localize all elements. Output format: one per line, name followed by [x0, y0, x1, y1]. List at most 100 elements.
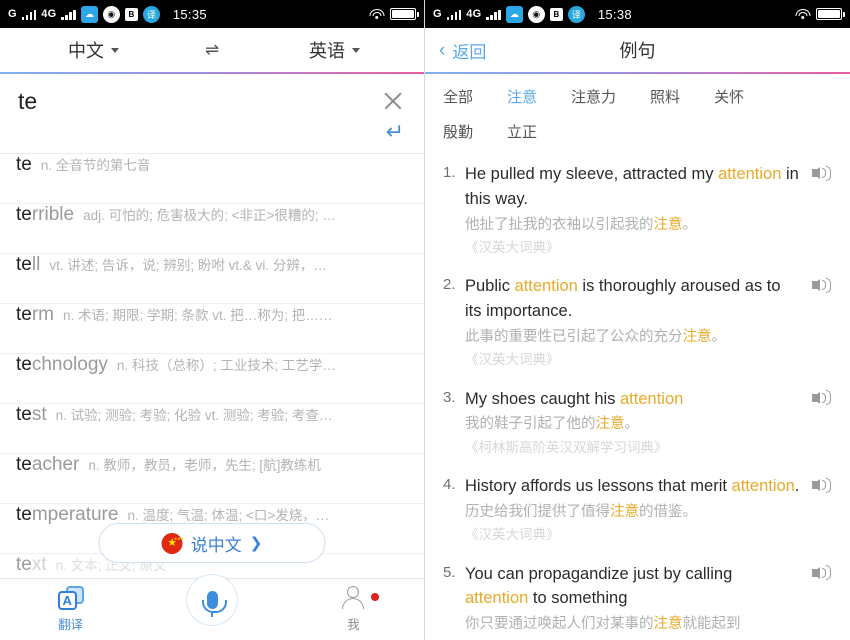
sense-chip[interactable]: 注意力 [571, 86, 616, 107]
suggestion-definition: n. 温度; 气温; 体温; <口>发烧，… [127, 508, 330, 523]
enter-key-icon[interactable]: ↵ [386, 119, 404, 145]
speak-button-label: 说中文 [190, 535, 242, 555]
page-title: 例句 [619, 41, 656, 61]
chevron-left-icon: ‹ [439, 39, 446, 61]
cloud-icon: ☁ [80, 5, 98, 23]
sentence-chinese: 此事的重要性已引起了公众的充分注意。 [465, 326, 800, 349]
suggestion-definition: n. 试验; 测验; 考验; 化验 vt. 测验; 考验; 考查… [55, 408, 333, 423]
sentence-chinese: 我的鞋子引起了他的注意。 [465, 413, 800, 436]
highlighted-term: 注意 [595, 416, 625, 433]
cloud-icon-2: ☁ [505, 5, 523, 23]
sense-chip[interactable]: 殷勤 [443, 121, 473, 142]
text-fragment: 他扯了扯我的衣袖以引起我的 [465, 216, 654, 233]
sense-chip[interactable]: 注意 [507, 86, 537, 107]
tab-profile[interactable]: 我 [283, 586, 424, 633]
suggestion-row[interactable]: te ll vt. 讲述; 告诉，说; 辨别; 盼咐 vt.& vi. 分辨，… [0, 254, 424, 304]
wifi-icon [369, 8, 384, 20]
sentence-english: You can propagandize just by calling att… [465, 562, 800, 612]
speaker-icon[interactable] [812, 564, 832, 581]
text-fragment: 我的鞋子引起了他的 [465, 416, 596, 433]
text-fragment: 。 [624, 416, 640, 433]
suggestion-definition: vt. 讲述; 告诉，说; 辨别; 盼咐 vt.& vi. 分辨，… [49, 258, 327, 273]
speaker-icon[interactable] [812, 389, 832, 406]
sense-chip[interactable]: 照料 [650, 86, 680, 107]
tab-translate-label: 翻译 [58, 618, 84, 632]
highlighted-term: attention [718, 165, 782, 183]
signal-bars-icon-3 [446, 9, 462, 20]
search-area: te ↵ [0, 74, 424, 154]
close-icon[interactable] [382, 90, 404, 112]
sentence-number: 2. [443, 276, 456, 294]
suggestion-word-rest: mperature [31, 504, 119, 525]
suggestion-word-match: te [16, 404, 32, 425]
highlighted-term: attention [731, 477, 795, 496]
sense-chip[interactable]: 全部 [443, 86, 473, 107]
speaker-icon[interactable] [812, 164, 832, 181]
sentence-chinese: 你只要通过唤起人们对某事的注意就能起到 [465, 613, 800, 636]
suggestion-word-match: te [16, 504, 32, 525]
shield-icon: ◉ [102, 5, 120, 23]
sentence-body: Public attention is thoroughly aroused a… [465, 274, 834, 370]
signal-bars-icon [21, 9, 37, 20]
suggestion-row[interactable]: te st n. 试验; 测验; 考验; 化验 vt. 测验; 考验; 考查… [0, 404, 424, 454]
sentence-source: 《汉英大词典》 [465, 527, 560, 543]
dual-screenshot-container: G 4G ☁ ◉ B 译 15:35 中文 ⇌ 英语 te ↵ te n. 全音… [0, 0, 850, 640]
sentence-body: He pulled my sleeve, attracted my attent… [465, 162, 834, 258]
example-sentence-item: 1. He pulled my sleeve, attracted my atte… [443, 162, 834, 258]
sentence-body: You can propagandize just by calling att… [465, 562, 834, 637]
right-screen: G 4G ☁ ◉ B 译 15:38 ‹ 返回 例句 全部 注意 注意力 照料 … [425, 0, 850, 640]
suggestion-definition: adj. 可怕的; 危害极大的; <非正>很糟的; … [83, 208, 336, 223]
suggestion-row[interactable]: te acher n. 教师，教员，老师，先生; [航]教练机 [0, 454, 424, 504]
sentence-chinese: 历史给我们提供了值得注意的借鉴。 [465, 501, 800, 524]
suggestion-row[interactable]: te rrible adj. 可怕的; 危害极大的; <非正>很糟的; … [0, 204, 424, 254]
source-language-selector[interactable]: 中文 [68, 37, 119, 63]
status-time-2: 15:38 [597, 6, 632, 22]
suggestion-row[interactable]: te rm n. 术语; 期限; 学期; 条款 vt. 把…称为; 把…… [0, 304, 424, 354]
highlighted-term: 注意 [610, 503, 639, 520]
speaker-icon[interactable] [812, 276, 832, 293]
suggestion-word-match: te [16, 254, 32, 275]
back-button[interactable]: ‹ 返回 [439, 38, 486, 63]
sense-chip[interactable]: 关怀 [714, 86, 744, 107]
sentence-number: 4. [443, 476, 456, 494]
status-bar-left-group: G 4G ☁ ◉ B 译 15:35 [8, 5, 207, 23]
example-sentence-item: 2. Public attention is thoroughly aroused… [443, 274, 834, 370]
translate-icon: A [57, 586, 84, 610]
translate-app-icon: 译 [142, 5, 160, 23]
text-fragment: 的借鉴。 [639, 503, 697, 520]
suggestion-row[interactable]: te chnology n. 科技（总称）; 工业技术; 工艺学… [0, 354, 424, 404]
suggestion-definition: n. 科技（总称）; 工业技术; 工艺学… [116, 358, 336, 373]
swap-languages-button[interactable]: ⇌ [205, 40, 219, 60]
tab-translate[interactable]: A 翻译 [0, 586, 141, 633]
sentence-body: History affords us lessons that merit at… [465, 474, 834, 546]
text-fragment: My shoes caught his [465, 389, 620, 408]
text-fragment: 此事的重要性已引起了公众的充分 [465, 328, 683, 345]
sentence-body: My shoes caught his attention 我的鞋子引起了他的注意… [465, 387, 834, 459]
search-input[interactable]: te [18, 88, 37, 115]
suggestion-row[interactable]: te n. 全音节的第七音 [0, 154, 424, 204]
suggestion-definition: n. 教师，教员，老师，先生; [航]教练机 [88, 458, 321, 473]
speak-chinese-button[interactable]: ★ 说中文 ❯ [98, 523, 326, 563]
suggestion-word-match: te [16, 454, 32, 475]
sentence-english: History affords us lessons that merit at… [465, 474, 800, 499]
target-language-selector[interactable]: 英语 [309, 37, 360, 63]
example-sentence-list: 1. He pulled my sleeve, attracted my atte… [425, 162, 850, 636]
network-label-2: 4G [466, 8, 482, 20]
translate-icon-letter: A [57, 591, 77, 610]
carrier-label-2: G [433, 8, 442, 20]
suggestion-word-rest: rm [31, 304, 55, 325]
example-sentence-item: 4. History affords us lessons that merit … [443, 474, 834, 546]
highlighted-term: 注意 [682, 328, 712, 345]
suggestion-word-rest: rrible [31, 204, 75, 225]
status-time: 15:35 [172, 6, 207, 22]
sentence-number: 3. [443, 388, 456, 406]
status-bar-left: G 4G ☁ ◉ B 译 15:35 [0, 0, 424, 28]
speaker-icon[interactable] [812, 476, 832, 493]
sense-chip[interactable]: 立正 [507, 121, 537, 142]
box-icon-2: B [549, 7, 563, 21]
microphone-button[interactable] [186, 574, 238, 626]
status-bar-right-group [369, 8, 419, 20]
sentence-chinese: 他扯了扯我的衣袖以引起我的注意。 [465, 214, 800, 237]
language-header: 中文 ⇌ 英语 [0, 28, 424, 72]
microphone-icon [201, 591, 227, 613]
